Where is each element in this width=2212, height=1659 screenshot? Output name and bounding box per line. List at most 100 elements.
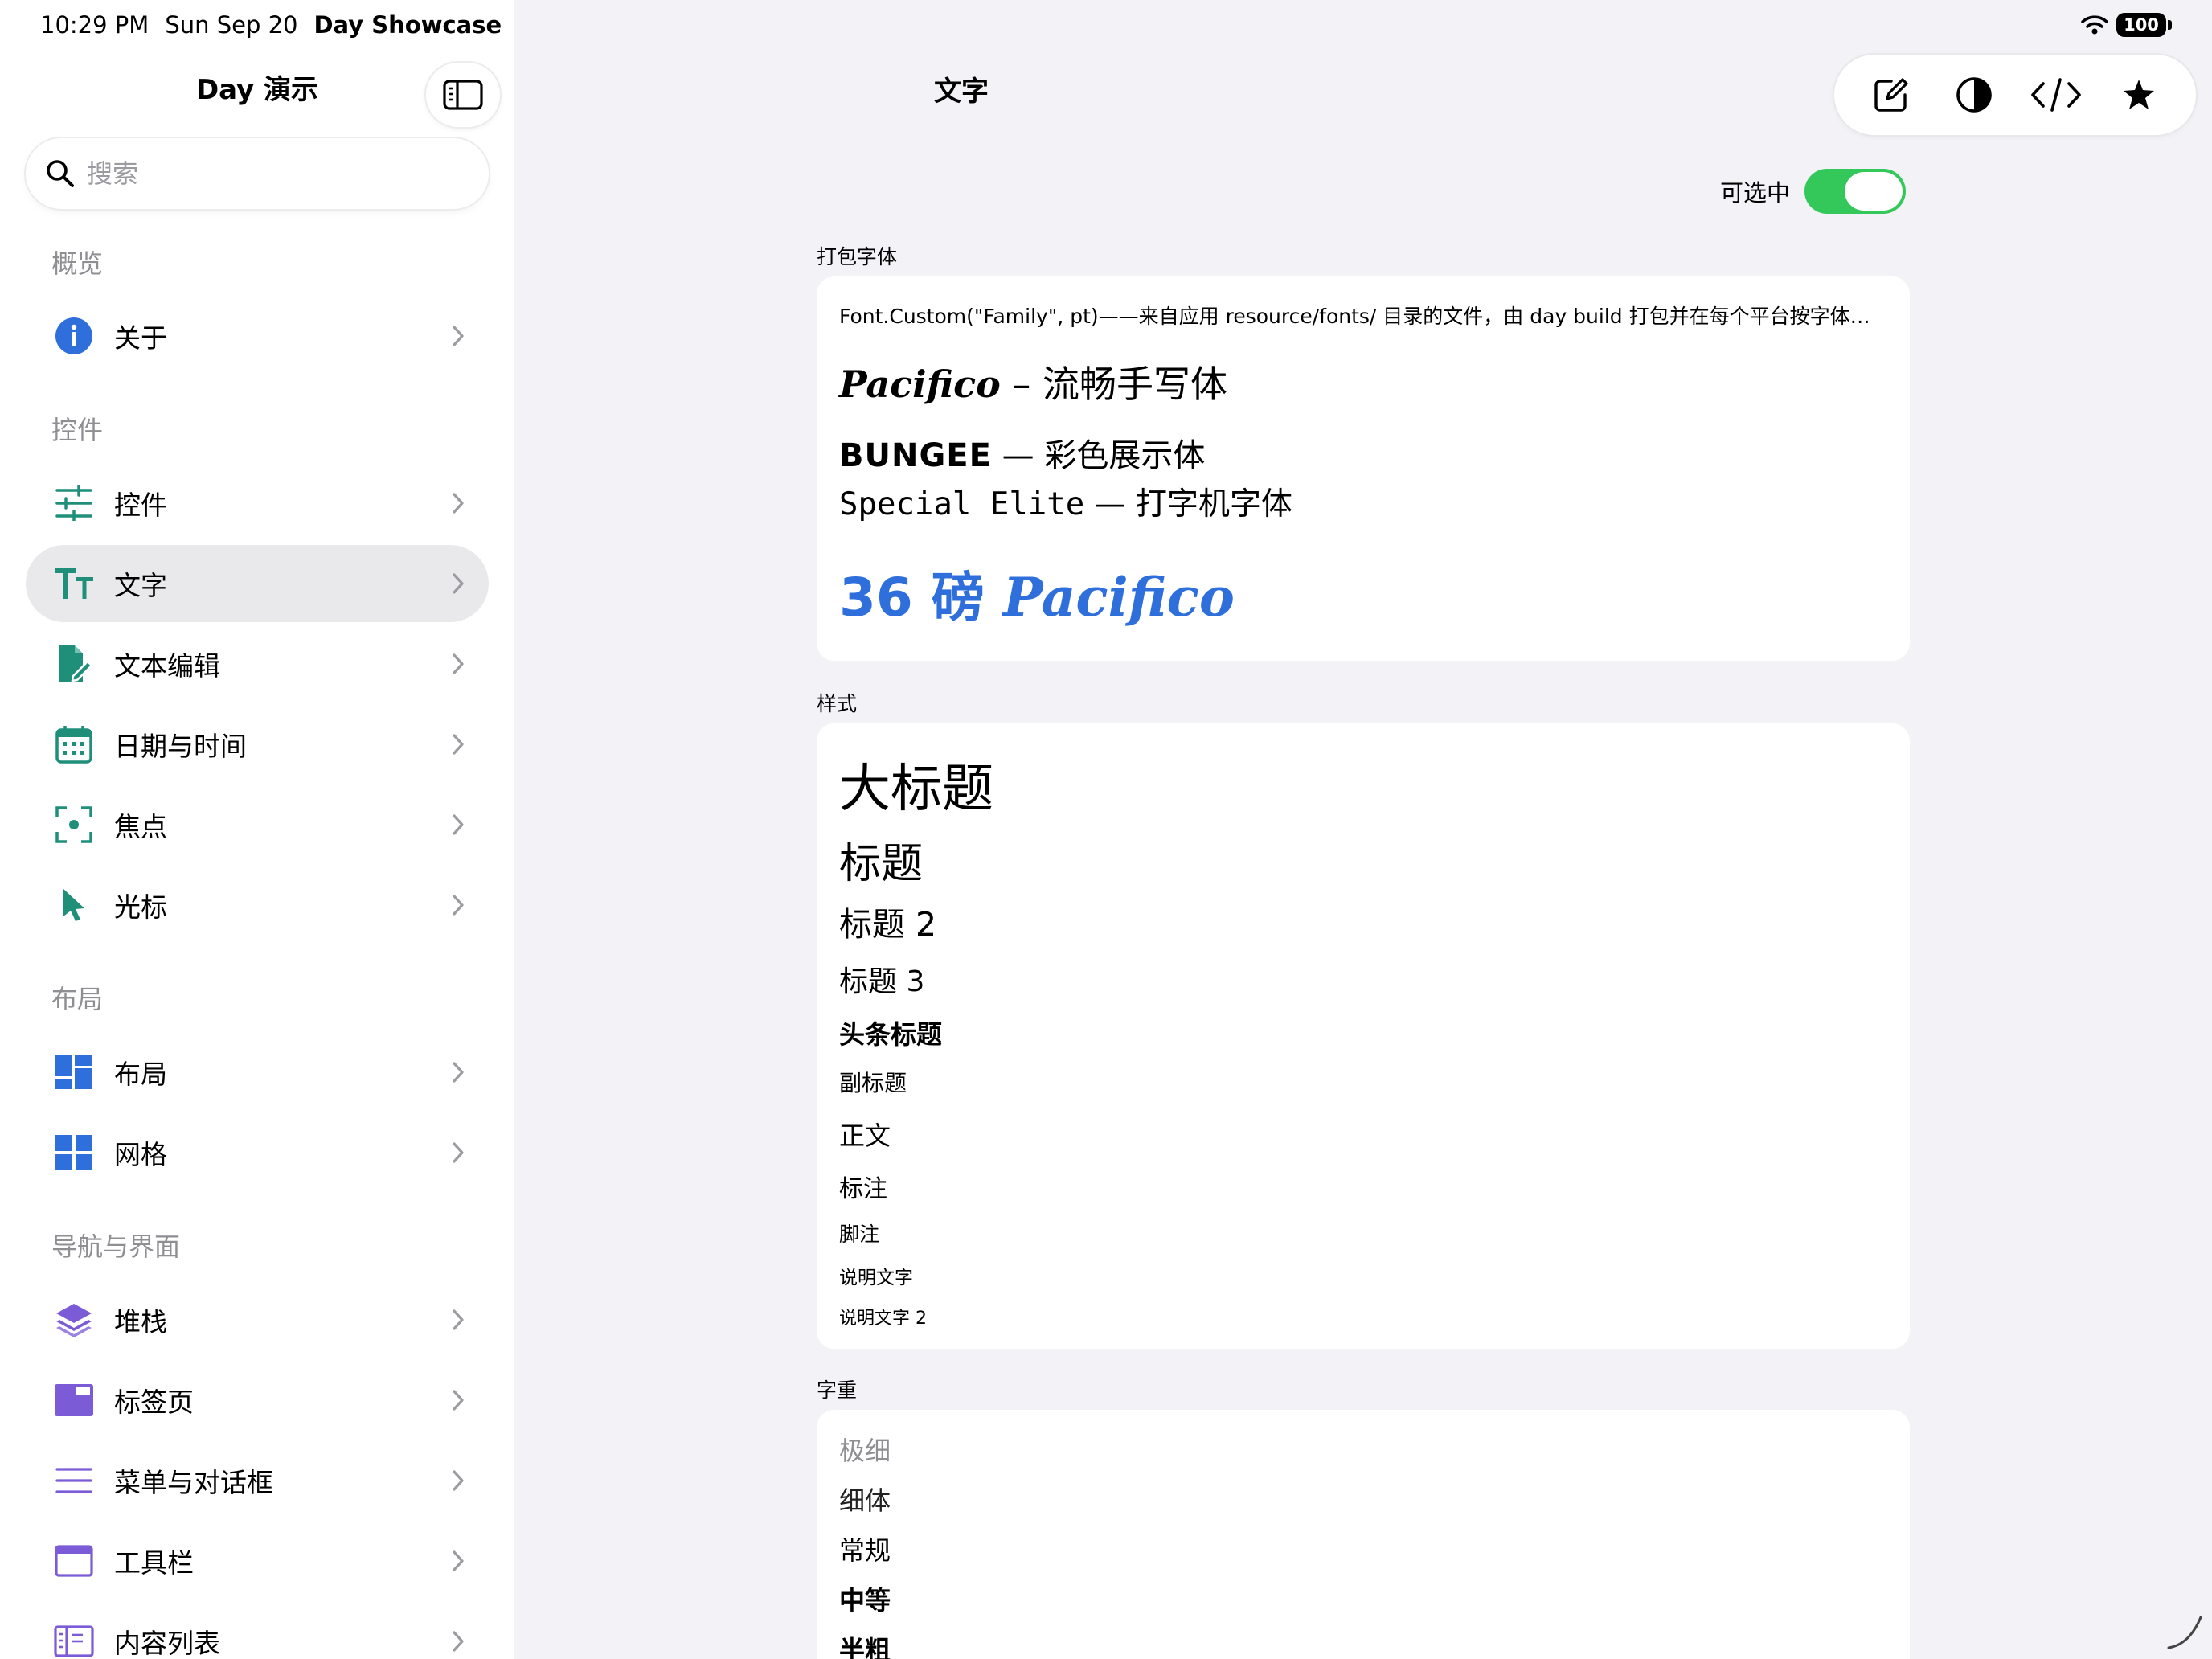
toggle-knob — [1845, 172, 1903, 211]
favorite-button[interactable] — [2111, 67, 2167, 123]
bundled-fonts-card: Font.Custom("Family", pt)——来自应用 resource… — [817, 276, 1910, 661]
stack-icon — [53, 1299, 95, 1341]
layout-icon — [53, 1051, 95, 1093]
sidebar-item-label: 日期与时间 — [114, 731, 247, 762]
style-caption-2: 说明文字 2 — [839, 1309, 927, 1329]
section-controls: 控件 — [51, 415, 104, 445]
compose-button[interactable] — [1863, 67, 1919, 123]
section-label-weights: 字重 — [817, 1378, 858, 1402]
chevron-right-icon — [453, 1550, 464, 1571]
sidebar-item-focus[interactable]: 焦点 — [26, 786, 489, 863]
sidebar-item-text-editing[interactable]: 文本编辑 — [26, 625, 489, 703]
sidebar-item-controls[interactable]: 控件 — [26, 465, 489, 542]
bungee-sample: BUNGEE — 彩色展示体 — [839, 437, 1206, 474]
text-styles-card: 大标题 标题 标题 2 标题 3 头条标题 副标题 正文 标注 脚注 说明文字 … — [817, 723, 1910, 1349]
chevron-right-icon — [453, 573, 464, 594]
search-field[interactable] — [26, 138, 489, 209]
sidebar-item-label: 堆栈 — [114, 1306, 167, 1337]
font-weights-card: 极细 细体 常规 中等 半粗 — [817, 1410, 1910, 1659]
wifi-icon — [2081, 15, 2108, 35]
battery-indicator: 100 — [2116, 13, 2166, 37]
focus-icon — [53, 804, 95, 846]
grid-icon — [53, 1132, 95, 1174]
bundled-fonts-description: Font.Custom("Family", pt)——来自应用 resource… — [839, 305, 1884, 328]
sidebar-item-date-time[interactable]: 日期与时间 — [26, 706, 489, 783]
sidebar-item-grid[interactable]: 网格 — [26, 1114, 489, 1191]
chevron-right-icon — [453, 1470, 464, 1491]
section-overview: 概览 — [51, 248, 104, 279]
sliders-icon — [53, 482, 95, 524]
menu-icon — [53, 1460, 95, 1501]
section-navigation: 导航与界面 — [51, 1231, 181, 1262]
sidebar-item-label: 控件 — [114, 490, 167, 521]
sidebar-item-content-list[interactable]: 内容列表 — [26, 1603, 489, 1659]
chevron-right-icon — [453, 1390, 464, 1411]
sidebar-item-toolbar[interactable]: 工具栏 — [26, 1522, 489, 1600]
status-bar-left: 10:29 PM Sun Sep 20 Day Showcase — [40, 11, 502, 39]
style-title: 标题 — [839, 840, 924, 888]
status-bar-right: 100 — [2081, 13, 2172, 37]
sidebar-item-cursor[interactable]: 光标 — [26, 866, 489, 944]
doc-edit-icon — [53, 643, 95, 685]
chevron-right-icon — [453, 895, 464, 916]
status-date: Sun Sep 20 — [165, 11, 298, 39]
source-code-button[interactable] — [2028, 67, 2084, 123]
star-icon — [2123, 80, 2154, 109]
chevron-right-icon — [453, 1631, 464, 1652]
appearance-button[interactable] — [1946, 67, 2002, 123]
style-caption: 说明文字 — [839, 1268, 913, 1288]
style-large-title: 大标题 — [839, 760, 993, 819]
search-input[interactable] — [87, 158, 465, 189]
status-app-name: Day Showcase — [313, 11, 502, 39]
sidebar-item-label: 内容列表 — [114, 1628, 220, 1659]
sidebar-item-stack[interactable]: 堆栈 — [26, 1281, 489, 1358]
status-time: 10:29 PM — [40, 11, 150, 39]
weight-semibold: 半粗 — [839, 1635, 891, 1659]
calendar-icon — [53, 723, 95, 765]
detail-pane: 100 文字 可选中 打包字体 Font.Custom("Family", pt… — [514, 0, 2212, 1659]
chevron-right-icon — [453, 493, 464, 514]
sidebar-item-layout[interactable]: 布局 — [26, 1034, 489, 1111]
chevron-right-icon — [453, 653, 464, 674]
compose-icon — [1874, 78, 1908, 112]
chevron-right-icon — [453, 1062, 464, 1083]
content-list-icon — [53, 1620, 95, 1659]
section-label-styles: 样式 — [817, 692, 858, 715]
sidebar-item-menus-dialogs[interactable]: 菜单与对话框 — [26, 1442, 489, 1519]
battery-tip — [2168, 20, 2172, 30]
style-callout: 标注 — [839, 1175, 887, 1203]
sidebar: 10:29 PM Sun Sep 20 Day Showcase Day 演示 … — [0, 0, 514, 1659]
chevron-right-icon — [453, 1142, 464, 1163]
weight-light: 细体 — [839, 1485, 891, 1516]
section-label-bundled-fonts: 打包字体 — [817, 245, 898, 268]
style-title-3: 标题 3 — [839, 965, 925, 998]
sidebar-item-about[interactable]: 关于 — [26, 297, 489, 375]
sidebar-item-label: 文本编辑 — [114, 650, 220, 682]
cursor-icon — [53, 884, 95, 926]
pacifico-sample: Pacifico – 流畅手写体 — [839, 363, 1228, 406]
toolbar — [1834, 55, 2196, 135]
sidebar-item-label: 焦点 — [114, 811, 167, 842]
special-elite-sample: Special Elite — 打字机字体 — [839, 486, 1293, 522]
weight-regular: 常规 — [839, 1535, 891, 1566]
search-icon — [47, 160, 74, 187]
sidebar-item-label: 关于 — [114, 322, 167, 354]
sidebar-item-label: 文字 — [114, 570, 167, 601]
weight-ultralight: 极细 — [839, 1436, 891, 1466]
tabs-icon — [53, 1379, 95, 1421]
chevron-right-icon — [453, 326, 464, 346]
sidebar-item-label: 标签页 — [114, 1387, 194, 1418]
style-title-2: 标题 2 — [839, 905, 937, 944]
sidebar-item-label: 光标 — [114, 891, 167, 923]
sidebar-toggle-button[interactable] — [426, 63, 500, 127]
chevron-right-icon — [453, 1309, 464, 1330]
sidebar-item-label: 布局 — [114, 1059, 167, 1090]
style-headline: 头条标题 — [839, 1019, 943, 1050]
sidebar-item-tabs[interactable]: 标签页 — [26, 1362, 489, 1439]
sidebar-item-text[interactable]: 文字 — [26, 545, 489, 622]
chevron-right-icon — [453, 734, 464, 755]
selectable-toggle[interactable] — [1804, 169, 1907, 214]
section-layout: 布局 — [51, 984, 104, 1014]
sidebar-item-label: 网格 — [114, 1139, 167, 1170]
sidebar-toggle-icon — [443, 80, 483, 110]
